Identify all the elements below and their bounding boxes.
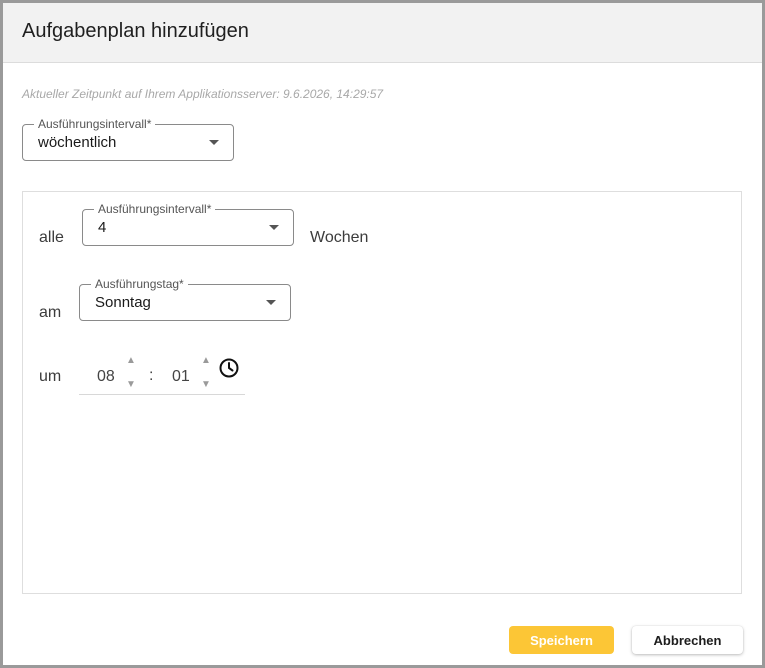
interval-type-label: Ausführungsintervall* [34,117,156,131]
hours-up-arrow[interactable]: ▲ [126,356,136,366]
interval-count-value: 4 [98,219,107,236]
time-separator: : [149,367,154,384]
chevron-down-icon [269,225,279,230]
save-button[interactable]: Speichern [509,626,614,654]
minutes-input[interactable]: 01 [172,368,190,386]
dialog-header: Aufgabenplan hinzufügen [3,3,762,63]
every-suffix: Wochen [310,229,369,246]
time-picker: ▲ 08 ▼ : ▲ 01 ▼ [79,352,245,395]
every-prefix: alle [39,229,64,246]
weekday-select[interactable]: Ausführungstag* Sonntag [79,277,291,321]
weekday-label: Ausführungstag* [91,277,188,291]
at-prefix: um [39,368,62,385]
interval-count-select[interactable]: Ausführungsintervall* 4 [82,202,294,246]
weekday-value: Sonntag [95,294,151,311]
server-time-info: Aktueller Zeitpunkt auf Ihrem Applikatio… [22,87,384,101]
chevron-down-icon [266,300,276,305]
interval-type-select[interactable]: Ausführungsintervall* wöchentlich [22,117,234,161]
dialog-title: Aufgabenplan hinzufügen [22,20,249,42]
chevron-down-icon [209,140,219,145]
clock-icon[interactable] [218,357,240,379]
minutes-down-arrow[interactable]: ▼ [201,380,211,390]
dialog: Aufgabenplan hinzufügen Aktueller Zeitpu… [0,0,765,668]
hours-input[interactable]: 08 [97,368,115,386]
interval-type-value: wöchentlich [38,134,117,151]
on-prefix: am [39,304,62,321]
hours-down-arrow[interactable]: ▼ [126,380,136,390]
cancel-button[interactable]: Abbrechen [632,626,743,654]
interval-count-label: Ausführungsintervall* [94,202,216,216]
schedule-panel: alle Ausführungsintervall* 4 Wochen am A… [22,191,742,594]
minutes-up-arrow[interactable]: ▲ [201,356,211,366]
